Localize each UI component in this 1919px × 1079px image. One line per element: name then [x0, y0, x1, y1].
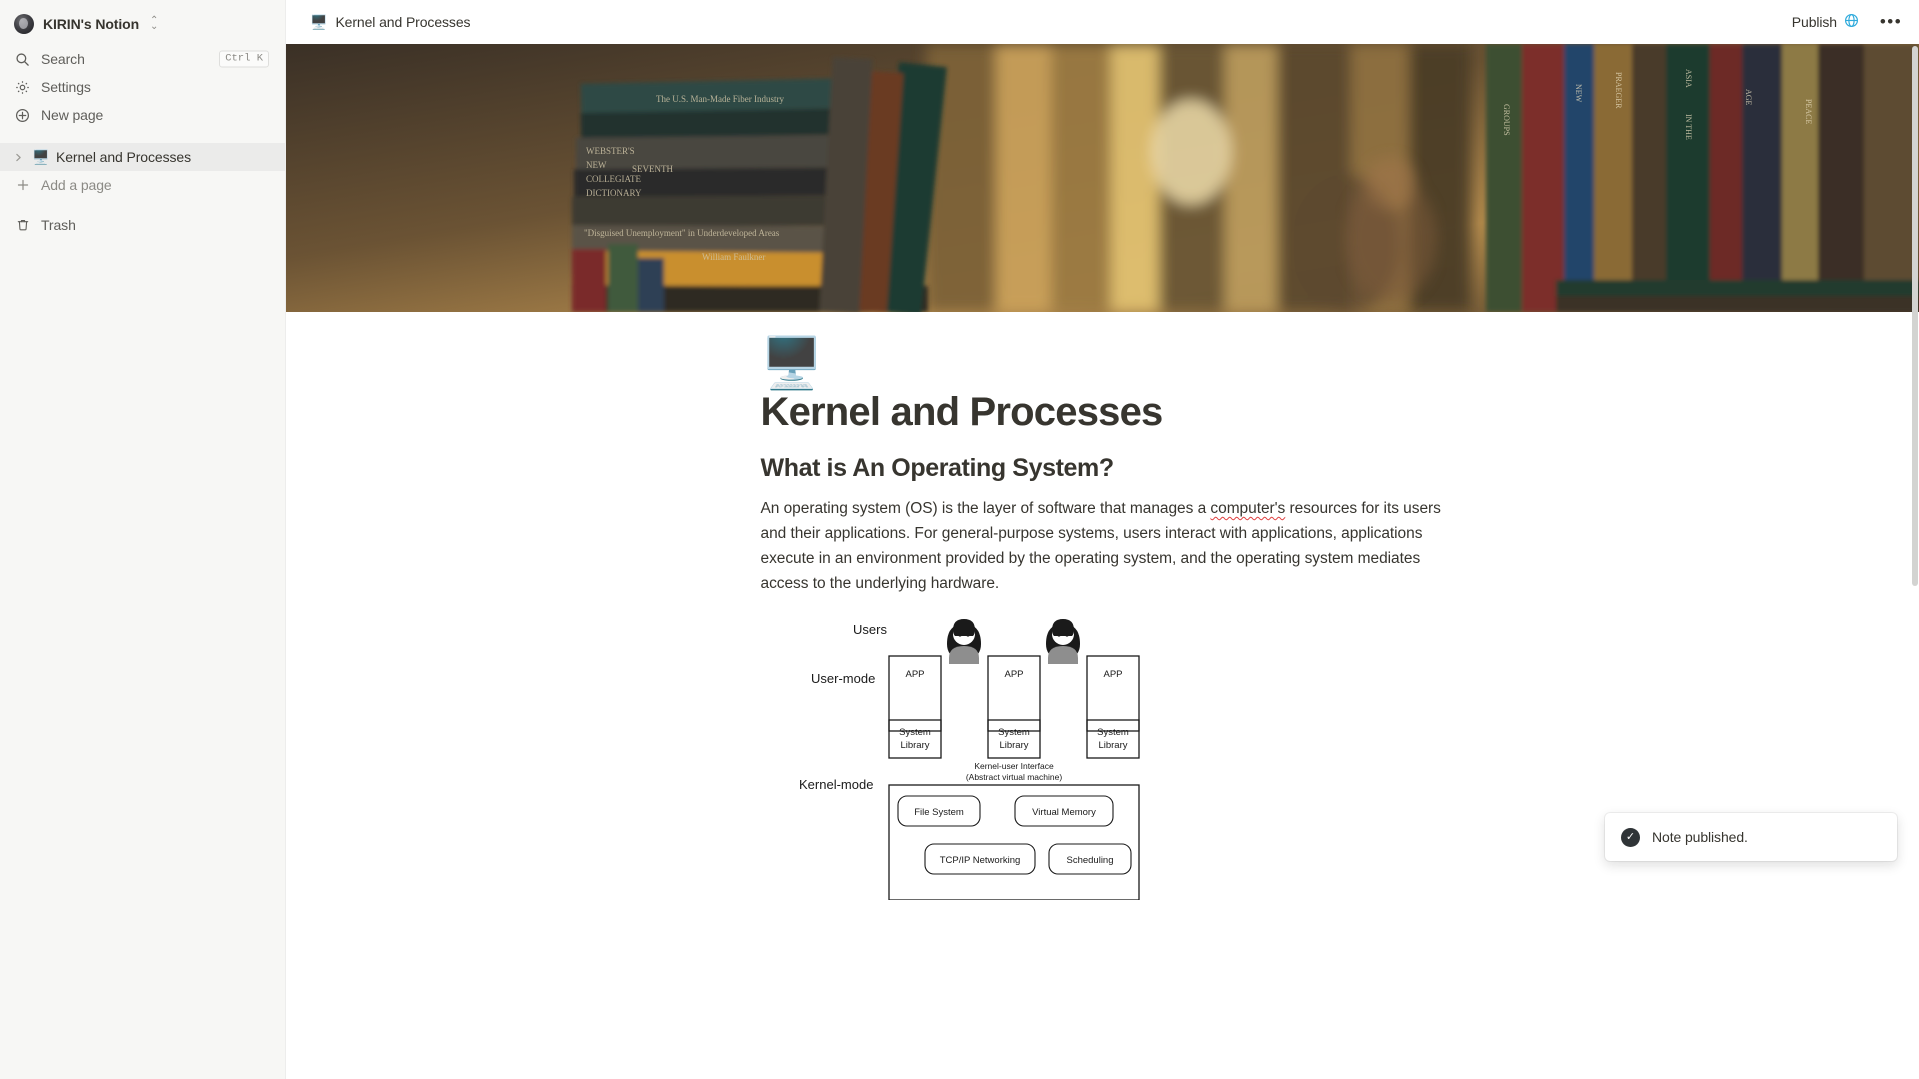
- ellipsis-icon: •••: [1879, 12, 1903, 31]
- avatar: [14, 14, 34, 34]
- bookshelf-cover-graphic: The U.S. Man-Made Fiber Industry WEBSTER…: [286, 44, 1919, 312]
- syslib-label-1b: Library: [900, 740, 929, 751]
- vertical-scrollbar[interactable]: [1912, 46, 1918, 586]
- section-heading[interactable]: What is An Operating System?: [761, 452, 1457, 484]
- svg-text:DICTIONARY: DICTIONARY: [586, 188, 642, 198]
- desktop-computer-icon[interactable]: 🖥️: [761, 335, 823, 391]
- os-diagram-graphic: Users User-mode Kernel-mode APP APP APP …: [799, 619, 1140, 900]
- kernel-service-scheduling: Scheduling: [1066, 855, 1113, 866]
- sidebar-item-new-page[interactable]: New page: [8, 101, 277, 129]
- workspace-name: KIRIN's Notion: [43, 16, 140, 32]
- svg-text:ASIA: ASIA: [1684, 69, 1693, 88]
- breadcrumb-title: Kernel and Processes: [335, 14, 471, 30]
- syslib-label-3b: Library: [1098, 740, 1127, 751]
- app-label-3: APP: [1103, 669, 1122, 680]
- gear-icon: [14, 79, 31, 96]
- trash-icon: [14, 217, 31, 234]
- svg-text:NEW: NEW: [1574, 84, 1583, 103]
- workspace-switcher[interactable]: KIRIN's Notion ⌃ ⌄: [8, 9, 277, 39]
- sidebar-item-search[interactable]: Search Ctrl K: [8, 45, 277, 73]
- search-icon: [14, 51, 31, 68]
- user-avatar-2: [1045, 619, 1080, 664]
- plus-circle-icon: [14, 107, 31, 124]
- syslib-label-2a: System: [998, 727, 1030, 738]
- sidebar-item-label: Trash: [41, 217, 76, 233]
- chevron-updown-icon: ⌃ ⌄: [150, 15, 159, 32]
- sidebar-page-label: Kernel and Processes: [56, 149, 191, 165]
- svg-text:SEVENTH: SEVENTH: [632, 164, 673, 174]
- svg-text:William Faulkner: William Faulkner: [702, 252, 765, 262]
- sidebar-item-kernel-and-processes[interactable]: 🖥️ Kernel and Processes: [0, 143, 285, 171]
- publish-label: Publish: [1791, 14, 1837, 30]
- kernel-interface-label-2: (Abstract virtual machine): [965, 772, 1062, 782]
- diagram-label-user-mode: User-mode: [811, 671, 875, 686]
- globe-icon: [1844, 13, 1859, 31]
- app-label-2: APP: [1004, 669, 1023, 680]
- main-content: 🖥️ Kernel and Processes Publish ••• The …: [286, 0, 1919, 1079]
- os-architecture-diagram[interactable]: Users User-mode Kernel-mode APP APP APP …: [761, 610, 1381, 900]
- diagram-label-kernel-mode: Kernel-mode: [799, 777, 873, 792]
- syslib-label-2b: Library: [999, 740, 1028, 751]
- spellcheck-word: computer's: [1210, 500, 1286, 517]
- check-circle-icon: ✓: [1621, 827, 1640, 847]
- kernel-interface-label-1: Kernel-user Interface: [974, 761, 1054, 771]
- intro-paragraph[interactable]: An operating system (OS) is the layer of…: [761, 496, 1457, 596]
- kernel-service-file-system: File System: [914, 807, 964, 818]
- svg-text:"Disguised Unemployment" in Un: "Disguised Unemployment" in Underdevelop…: [584, 228, 780, 238]
- add-page-label: Add a page: [41, 177, 112, 193]
- svg-text:GROUPS: GROUPS: [1502, 104, 1511, 136]
- desktop-computer-icon: 🖥️: [32, 149, 50, 165]
- search-shortcut: Ctrl K: [219, 50, 269, 68]
- page-cover-image[interactable]: The U.S. Man-Made Fiber Industry WEBSTER…: [286, 44, 1919, 312]
- svg-text:COLLEGIATE: COLLEGIATE: [586, 174, 641, 184]
- plus-icon: [14, 177, 31, 194]
- topbar: 🖥️ Kernel and Processes Publish •••: [286, 0, 1919, 44]
- sidebar: KIRIN's Notion ⌃ ⌄ Search Ctrl K Settings: [0, 0, 286, 1079]
- kernel-box: [887, 784, 1140, 900]
- notion-app-window: KIRIN's Notion ⌃ ⌄ Search Ctrl K Settings: [0, 0, 1919, 1079]
- page-content: 🖥️ Kernel and Processes What is An Opera…: [286, 312, 1919, 900]
- svg-text:AGE: AGE: [1744, 89, 1753, 106]
- user-avatar-1: [946, 619, 981, 664]
- diagram-label-users: Users: [853, 622, 887, 637]
- publish-button[interactable]: Publish: [1784, 9, 1867, 35]
- svg-text:PRAEGER: PRAEGER: [1614, 72, 1623, 109]
- sidebar-item-label: New page: [41, 107, 104, 123]
- svg-text:The U.S. Man-Made Fiber Indust: The U.S. Man-Made Fiber Industry: [656, 94, 784, 104]
- app-label-1: APP: [905, 669, 924, 680]
- syslib-label-3a: System: [1097, 727, 1129, 738]
- sidebar-item-trash[interactable]: Trash: [8, 211, 277, 239]
- page-icon-wrap[interactable]: 🖥️: [761, 312, 1457, 391]
- svg-text:WEBSTER'S: WEBSTER'S: [586, 146, 635, 156]
- page-title[interactable]: Kernel and Processes: [761, 388, 1457, 436]
- svg-text:PEACE: PEACE: [1804, 99, 1813, 124]
- toast-notification[interactable]: ✓ Note published.: [1605, 813, 1897, 861]
- sidebar-item-label: Settings: [41, 79, 91, 95]
- breadcrumb[interactable]: 🖥️ Kernel and Processes: [304, 11, 476, 33]
- kernel-service-tcpip: TCP/IP Networking: [939, 855, 1020, 866]
- toast-message: Note published.: [1652, 829, 1748, 845]
- sidebar-item-label: Search: [41, 51, 85, 67]
- sidebar-item-settings[interactable]: Settings: [8, 73, 277, 101]
- kernel-service-virtual-memory: Virtual Memory: [1032, 807, 1096, 818]
- syslib-label-1a: System: [899, 727, 931, 738]
- desktop-computer-icon: 🖥️: [310, 14, 328, 30]
- chevron-right-icon[interactable]: [10, 149, 26, 165]
- svg-text:IN THE: IN THE: [1684, 114, 1693, 140]
- add-page-button[interactable]: Add a page: [8, 171, 277, 199]
- svg-text:NEW: NEW: [586, 160, 607, 170]
- paragraph-part-before: An operating system (OS) is the layer of…: [760, 500, 1211, 517]
- more-options-button[interactable]: •••: [1877, 8, 1905, 36]
- page-content-inner: 🖥️ Kernel and Processes What is An Opera…: [749, 312, 1457, 900]
